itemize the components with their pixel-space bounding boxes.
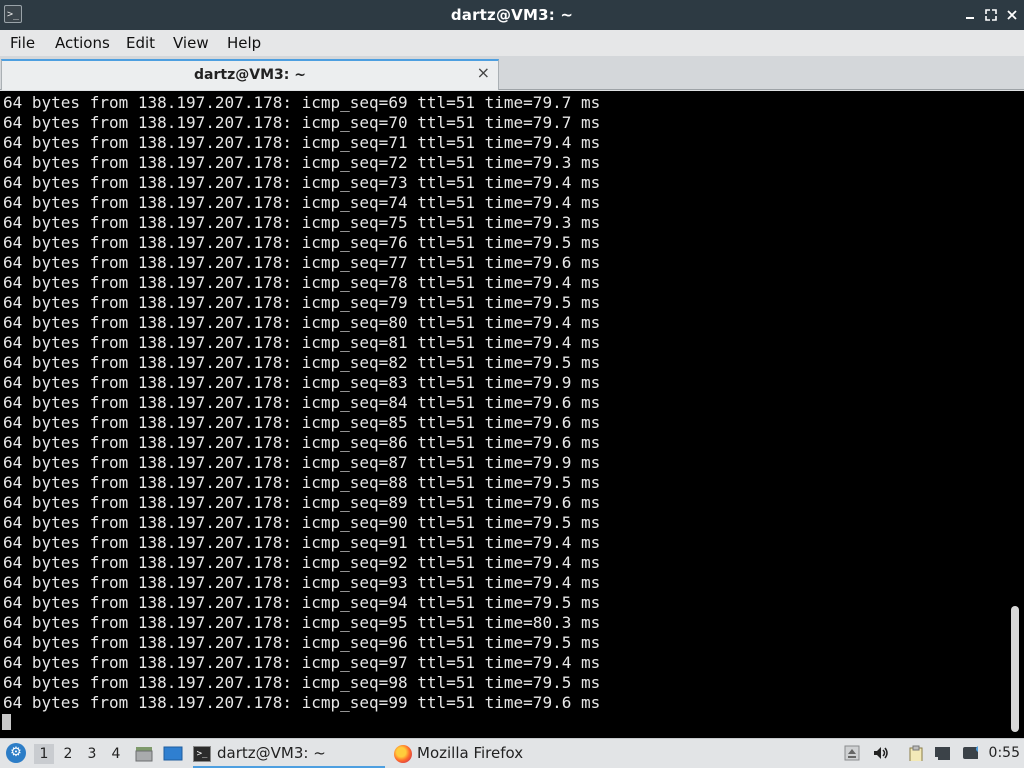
menu-view[interactable]: View bbox=[173, 34, 209, 52]
tab-label: dartz@VM3: ~ bbox=[194, 67, 306, 83]
terminal-line: 64 bytes from 138.197.207.178: icmp_seq=… bbox=[3, 613, 601, 632]
menu-actions[interactable]: Actions bbox=[55, 34, 110, 52]
terminal-line: 64 bytes from 138.197.207.178: icmp_seq=… bbox=[3, 413, 601, 432]
scrollbar-thumb[interactable] bbox=[1011, 606, 1019, 732]
firefox-icon bbox=[394, 744, 412, 763]
terminal-line: 64 bytes from 138.197.207.178: icmp_seq=… bbox=[3, 193, 601, 212]
terminal-line: 64 bytes from 138.197.207.178: icmp_seq=… bbox=[3, 573, 601, 592]
window-titlebar[interactable]: >_ dartz@VM3: ~ bbox=[0, 0, 1024, 30]
terminal-cursor bbox=[2, 714, 11, 730]
terminal-line: 64 bytes from 138.197.207.178: icmp_seq=… bbox=[3, 673, 601, 692]
file-manager-icon[interactable] bbox=[134, 744, 154, 764]
terminal-output: 64 bytes from 138.197.207.178: icmp_seq=… bbox=[3, 93, 600, 713]
terminal-view[interactable]: 64 bytes from 138.197.207.178: icmp_seq=… bbox=[0, 91, 1024, 738]
terminal-line: 64 bytes from 138.197.207.178: icmp_seq=… bbox=[3, 493, 601, 512]
terminal-line: 64 bytes from 138.197.207.178: icmp_seq=… bbox=[3, 233, 601, 252]
terminal-line: 64 bytes from 138.197.207.178: icmp_seq=… bbox=[3, 133, 601, 152]
close-icon bbox=[1007, 10, 1017, 20]
terminal-line: 64 bytes from 138.197.207.178: icmp_seq=… bbox=[3, 433, 601, 452]
terminal-line: 64 bytes from 138.197.207.178: icmp_seq=… bbox=[3, 533, 601, 552]
terminal-line: 64 bytes from 138.197.207.178: icmp_seq=… bbox=[3, 93, 601, 112]
terminal-line: 64 bytes from 138.197.207.178: icmp_seq=… bbox=[3, 353, 601, 372]
close-window-button[interactable] bbox=[1004, 7, 1020, 23]
terminal-line: 64 bytes from 138.197.207.178: icmp_seq=… bbox=[3, 333, 601, 352]
clipboard-icon[interactable] bbox=[908, 745, 924, 761]
workspace-3[interactable]: 3 bbox=[82, 744, 102, 764]
menu-help[interactable]: Help bbox=[227, 34, 261, 52]
terminal-line: 64 bytes from 138.197.207.178: icmp_seq=… bbox=[3, 693, 601, 712]
terminal-line: 64 bytes from 138.197.207.178: icmp_seq=… bbox=[3, 313, 601, 332]
terminal-icon: >_ bbox=[193, 745, 211, 762]
task-firefox-label: Mozilla Firefox bbox=[417, 744, 524, 762]
eject-icon[interactable] bbox=[844, 745, 860, 761]
taskbar: ⚙ 1 2 3 4 >_ dartz@VM3: ~ Mozilla Firefox… bbox=[0, 738, 1024, 768]
start-menu-icon[interactable]: ⚙ bbox=[6, 743, 26, 763]
terminal-line: 64 bytes from 138.197.207.178: icmp_seq=… bbox=[3, 293, 601, 312]
terminal-line: 64 bytes from 138.197.207.178: icmp_seq=… bbox=[3, 213, 601, 232]
terminal-line: 64 bytes from 138.197.207.178: icmp_seq=… bbox=[3, 473, 601, 492]
clock[interactable]: 0:55 bbox=[989, 739, 1020, 768]
terminal-line: 64 bytes from 138.197.207.178: icmp_seq=… bbox=[3, 633, 601, 652]
tab-close-icon[interactable]: × bbox=[477, 63, 490, 82]
terminal-line: 64 bytes from 138.197.207.178: icmp_seq=… bbox=[3, 273, 601, 292]
task-firefox[interactable]: Mozilla Firefox bbox=[394, 740, 574, 766]
menu-file[interactable]: File bbox=[10, 34, 35, 52]
minimize-icon bbox=[966, 17, 974, 19]
task-terminal[interactable]: >_ dartz@VM3: ~ bbox=[193, 740, 385, 768]
workspace-2[interactable]: 2 bbox=[58, 744, 78, 764]
terminal-line: 64 bytes from 138.197.207.178: icmp_seq=… bbox=[3, 113, 601, 132]
terminal-line: 64 bytes from 138.197.207.178: icmp_seq=… bbox=[3, 393, 601, 412]
menu-bar: File Actions Edit View Help bbox=[0, 30, 1024, 56]
terminal-line: 64 bytes from 138.197.207.178: icmp_seq=… bbox=[3, 593, 601, 612]
volume-icon[interactable] bbox=[872, 745, 888, 761]
task-terminal-label: dartz@VM3: ~ bbox=[217, 744, 326, 762]
terminal-line: 64 bytes from 138.197.207.178: icmp_seq=… bbox=[3, 153, 601, 172]
menu-edit[interactable]: Edit bbox=[126, 34, 155, 52]
window-title: dartz@VM3: ~ bbox=[450, 6, 574, 24]
workspace-1[interactable]: 1 bbox=[34, 744, 54, 764]
tab-terminal[interactable]: dartz@VM3: ~ × bbox=[1, 59, 499, 90]
terminal-scrollbar[interactable] bbox=[1006, 91, 1024, 738]
notification-icon[interactable] bbox=[962, 745, 978, 761]
terminal-line: 64 bytes from 138.197.207.178: icmp_seq=… bbox=[3, 173, 601, 192]
maximize-icon bbox=[985, 9, 997, 21]
minimize-button[interactable] bbox=[962, 7, 978, 23]
terminal-line: 64 bytes from 138.197.207.178: icmp_seq=… bbox=[3, 373, 601, 392]
terminal-line: 64 bytes from 138.197.207.178: icmp_seq=… bbox=[3, 653, 601, 672]
workspace-4[interactable]: 4 bbox=[106, 744, 126, 764]
maximize-button[interactable] bbox=[983, 7, 999, 23]
terminal-line: 64 bytes from 138.197.207.178: icmp_seq=… bbox=[3, 253, 601, 272]
terminal-line: 64 bytes from 138.197.207.178: icmp_seq=… bbox=[3, 553, 601, 572]
terminal-line: 64 bytes from 138.197.207.178: icmp_seq=… bbox=[3, 453, 601, 472]
show-desktop-icon[interactable] bbox=[162, 744, 184, 764]
network-icon[interactable] bbox=[934, 745, 950, 761]
terminal-line: 64 bytes from 138.197.207.178: icmp_seq=… bbox=[3, 513, 601, 532]
tab-strip: dartz@VM3: ~ × bbox=[0, 56, 1024, 90]
